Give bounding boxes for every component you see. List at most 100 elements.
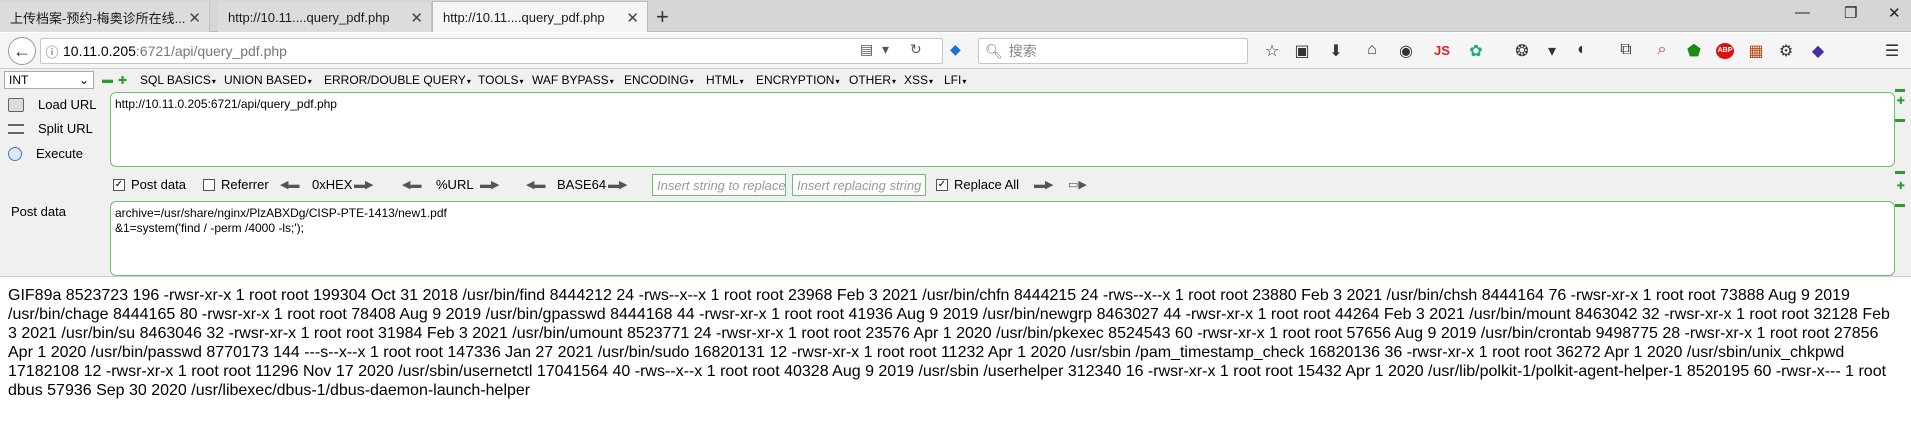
search-placeholder: 搜索 bbox=[1008, 43, 1037, 59]
replace-button[interactable]: ▬▶ bbox=[1034, 178, 1053, 191]
url-textarea[interactable]: http://10.11.0.205:6721/api/query_pdf.ph… bbox=[110, 92, 1895, 167]
hackbar-panel: INT ⌄ ▬ ✚ SQL BASICS UNION BASED ERROR/D… bbox=[0, 69, 1911, 277]
reader-view-icon[interactable]: ▤ bbox=[860, 41, 873, 58]
replace-string-input[interactable]: Insert string to replace bbox=[652, 174, 786, 196]
menu-other[interactable]: OTHER bbox=[849, 73, 896, 87]
menu-lfi[interactable]: LFI bbox=[944, 73, 966, 87]
search-box[interactable]: 🔍︎ 搜索 bbox=[978, 38, 1248, 64]
close-icon[interactable]: ✕ bbox=[410, 9, 423, 27]
mask-icon[interactable]: ◐ bbox=[1572, 41, 1592, 59]
search-zoom-icon[interactable]: ⌕ bbox=[1652, 41, 1672, 59]
extension-icon[interactable]: ▦ bbox=[1746, 41, 1766, 61]
split-url-button[interactable]: Split URL bbox=[8, 121, 93, 136]
addon-icon[interactable]: ✿ bbox=[1466, 41, 1486, 61]
referrer-checkbox[interactable]: Referrer bbox=[203, 177, 269, 192]
back-arrow-icon: ← bbox=[13, 40, 31, 61]
page-output-text: GIF89a 8523723 196 -rwsr-xr-x 1 root roo… bbox=[8, 287, 1890, 399]
url-host: 10.11.0.205 bbox=[63, 43, 136, 59]
menu-waf-bypass[interactable]: WAF BYPASS bbox=[532, 73, 614, 87]
gear-icon[interactable]: ⚙ bbox=[1776, 41, 1796, 61]
int-select[interactable]: INT ⌄ bbox=[4, 71, 94, 89]
url-encode-button[interactable]: ▬▶ bbox=[480, 178, 499, 191]
menu-encoding[interactable]: ENCODING bbox=[624, 73, 694, 87]
tab-strip: 上传档案-预约-梅奥诊所在线... ✕ http://10.11....quer… bbox=[0, 0, 1911, 32]
diamond-icon[interactable]: ◆ bbox=[1808, 41, 1828, 61]
menu-error-double-query[interactable]: ERROR/DOUBLE QUERY bbox=[324, 73, 471, 87]
tab-label: 上传档案-预约-梅奥诊所在线... bbox=[10, 10, 186, 26]
load-url-button[interactable]: Load URL bbox=[8, 97, 97, 112]
abp-icon[interactable]: ABP bbox=[1716, 43, 1734, 59]
base64-label: BASE64 bbox=[557, 177, 607, 192]
options-row: ✓ Post data Referrer ◀▬ 0xHEX ▬▶ ◀▬ %URL… bbox=[110, 171, 1890, 197]
split-url-label: Split URL bbox=[38, 121, 93, 136]
post-data-textarea[interactable]: archive=/usr/share/nginx/PlzABXDg/CISP-P… bbox=[110, 201, 1895, 276]
url-decode-button[interactable]: ◀▬ bbox=[402, 178, 421, 191]
tab-label: http://10.11....query_pdf.php bbox=[443, 9, 605, 25]
menu-union-based[interactable]: UNION BASED bbox=[224, 73, 312, 87]
restore-button[interactable]: ❐ bbox=[1844, 4, 1857, 22]
tab-2[interactable]: http://10.11....query_pdf.php ✕ bbox=[218, 2, 432, 32]
chevron-down-icon[interactable]: ▾ bbox=[1542, 41, 1562, 61]
execute-button[interactable]: Execute bbox=[8, 146, 83, 161]
new-tab-button[interactable]: + bbox=[656, 4, 669, 30]
info-icon[interactable]: ⓘ bbox=[41, 42, 63, 61]
reload-icon[interactable]: ↻ bbox=[910, 41, 922, 58]
minus-icon[interactable]: ▬ bbox=[102, 74, 113, 86]
back-button[interactable]: ← bbox=[8, 37, 36, 65]
side-plus-icon[interactable]: ✚ bbox=[1897, 181, 1905, 192]
menu-sql-basics[interactable]: SQL BASICS bbox=[140, 73, 216, 87]
menu-html[interactable]: HTML bbox=[706, 73, 744, 87]
split-url-icon bbox=[8, 123, 24, 134]
close-window-button[interactable]: ✕ bbox=[1888, 4, 1901, 22]
plus-icon[interactable]: ✚ bbox=[118, 74, 127, 87]
replace-back-button[interactable]: ▭▶ bbox=[1068, 178, 1087, 191]
replace-all-checkbox[interactable]: ✓ Replace All bbox=[936, 177, 1019, 192]
search-icon: 🔍︎ bbox=[985, 42, 1003, 59]
checkbox-checked-icon: ✓ bbox=[113, 178, 125, 191]
minimize-button[interactable]: — bbox=[1795, 4, 1810, 21]
menu-xss[interactable]: XSS bbox=[904, 73, 933, 87]
side-minus-icon[interactable]: ▬ bbox=[1895, 114, 1905, 125]
side-plus-icon[interactable]: ✚ bbox=[1897, 96, 1905, 107]
close-icon[interactable]: ✕ bbox=[626, 9, 639, 27]
load-url-label: Load URL bbox=[38, 97, 97, 112]
post-data-checkbox-label: Post data bbox=[131, 177, 186, 192]
play-icon bbox=[8, 146, 22, 161]
menu-tools[interactable]: TOOLS bbox=[478, 73, 523, 87]
base64-encode-button[interactable]: ▬▶ bbox=[608, 178, 627, 191]
download-icon[interactable]: ⬇ bbox=[1326, 41, 1346, 61]
hex-encode-button[interactable]: ▬▶ bbox=[354, 178, 373, 191]
post-data-checkbox[interactable]: ✓ Post data bbox=[113, 177, 186, 192]
bookmark-star-icon[interactable]: ☆ bbox=[1262, 41, 1282, 61]
url-enc-label: %URL bbox=[436, 177, 474, 192]
reading-list-icon[interactable]: ▣ bbox=[1292, 41, 1312, 61]
load-url-icon bbox=[8, 97, 24, 112]
side-minus-icon[interactable]: ▬ bbox=[1895, 166, 1905, 177]
replacing-string-input[interactable]: Insert replacing string bbox=[792, 174, 926, 196]
hex-decode-button[interactable]: ◀▬ bbox=[280, 178, 299, 191]
nav-bar: ← ⓘ 10.11.0.205:6721/api/query_pdf.php ▤… bbox=[0, 33, 1911, 69]
base64-decode-button[interactable]: ◀▬ bbox=[526, 178, 545, 191]
globe-icon[interactable]: ◉ bbox=[1396, 41, 1416, 61]
url-bar[interactable]: ⓘ 10.11.0.205:6721/api/query_pdf.php bbox=[40, 38, 943, 64]
chevron-down-icon: ⌄ bbox=[78, 73, 89, 87]
url-path: :6721/api/query_pdf.php bbox=[135, 43, 287, 59]
tab-1[interactable]: 上传档案-预约-梅奥诊所在线... ✕ bbox=[0, 2, 210, 32]
pocket-icon[interactable]: ◆ bbox=[950, 41, 961, 58]
checkbox-checked-icon: ✓ bbox=[936, 178, 948, 191]
palette-icon[interactable]: ❂ bbox=[1512, 41, 1532, 61]
tab-3-active[interactable]: http://10.11....query_pdf.php ✕ bbox=[432, 1, 648, 32]
execute-label: Execute bbox=[36, 146, 83, 161]
side-minus-icon[interactable]: ▬ bbox=[1895, 84, 1905, 95]
screenshot-icon[interactable]: ⧉ bbox=[1616, 41, 1636, 59]
js-icon[interactable]: JS bbox=[1432, 43, 1452, 58]
menu-encryption[interactable]: ENCRYPTION bbox=[756, 73, 839, 87]
shield-icon[interactable]: ⬟ bbox=[1684, 41, 1704, 61]
side-minus-icon[interactable]: ▬ bbox=[1895, 199, 1905, 210]
post-data-label: Post data bbox=[11, 204, 66, 219]
home-icon[interactable]: ⌂ bbox=[1362, 41, 1382, 59]
menu-icon[interactable]: ☰ bbox=[1882, 41, 1902, 61]
close-icon[interactable]: ✕ bbox=[188, 9, 201, 27]
dropdown-icon[interactable]: ▾ bbox=[882, 41, 889, 58]
checkbox-empty-icon bbox=[203, 178, 215, 191]
